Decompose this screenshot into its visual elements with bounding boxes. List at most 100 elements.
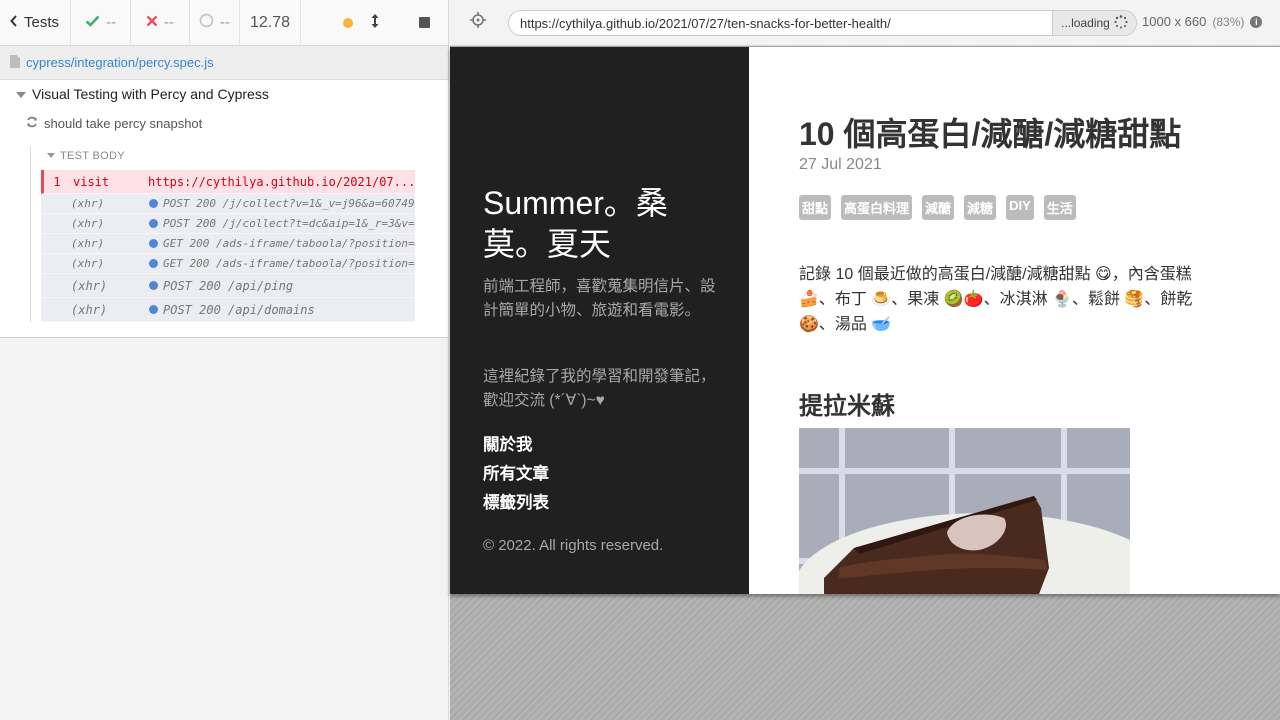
tag[interactable]: 生活 [1043, 195, 1076, 220]
post-title: 10 個高蛋白/減醣/減糖甜點 [799, 116, 1182, 152]
command-message-text: POST 200 /api/ping [163, 278, 294, 293]
nav-all-posts-link[interactable]: 所有文章 [483, 460, 549, 489]
tag-list: 甜點 高蛋白料理 減醣 減糖 DIY 生活 [799, 195, 1076, 220]
file-icon [10, 54, 20, 71]
viewport-size: 1000 x 660 [1142, 14, 1207, 29]
command-message: GET 200 /ads-iframe/taboola/?position=..… [149, 237, 415, 250]
site-description-secondary: 這裡紀錄了我的學習和開發筆記，歡迎交流 (*´∀`)~♥ [483, 368, 716, 409]
tiramisu-photo [799, 428, 1130, 594]
command-message: GET 200 /ads-iframe/taboola/?position=..… [149, 257, 415, 270]
site-description: 前端工程師，喜歡蒐集明信片、設計簡單的小物、旅遊和看電影。 [483, 278, 716, 319]
spec-file-link[interactable]: cypress/integration/percy.spec.js [0, 46, 448, 80]
blog-sidebar: Summer。桑莫。夏天 前端工程師，喜歡蒐集明信片、設計簡單的小物、旅遊和看電… [450, 47, 749, 594]
aut-header: https://cythilya.github.io/2021/07/27/te… [450, 0, 1280, 46]
duration: 12.78 [240, 0, 301, 46]
passed-stat: -- [71, 0, 131, 46]
circle-notch-icon [199, 13, 214, 32]
command-name: (xhr) [71, 237, 105, 250]
suite-title: Visual Testing with Percy and Cypress [32, 86, 269, 102]
command-name: (xhr) [71, 197, 105, 210]
test-reporter: Tests -- -- -- 12.78 cypress/integration… [0, 0, 449, 720]
x-icon [146, 14, 158, 31]
test-body-label: TEST BODY [60, 150, 125, 162]
reporter-header: Tests -- -- -- 12.78 [0, 0, 448, 46]
selector-playground-button[interactable] [450, 12, 506, 33]
xhr-status-dot-icon [149, 199, 158, 208]
command-name: (xhr) [71, 257, 105, 270]
info-icon[interactable]: i [1250, 15, 1263, 28]
command-row[interactable]: (xhr) POST 200 /j/collect?v=1&_v=j96&a=6… [41, 194, 415, 214]
xhr-status-dot-icon [149, 219, 158, 228]
nav-tags-link[interactable]: 標籤列表 [483, 489, 549, 518]
xhr-status-dot-icon [149, 259, 158, 268]
command-message-text: GET 200 /ads-iframe/taboola/?position=..… [163, 237, 415, 250]
command-row[interactable]: (xhr) POST 200 /j/collect?t=dc&aip=1&_r=… [41, 214, 415, 234]
command-row[interactable]: (xhr) GET 200 /ads-iframe/taboola/?posit… [41, 234, 415, 254]
spec-file-name: cypress/integration/percy.spec.js [26, 55, 214, 70]
test-body: TEST BODY 1 visit https://cythilya.githu… [30, 146, 415, 322]
viewport-info[interactable]: 1000 x 660 (83%) i [1142, 14, 1263, 29]
command-message: https://cythilya.github.io/2021/07... [148, 174, 415, 189]
post-date: 27 Jul 2021 [799, 156, 882, 173]
stop-icon[interactable] [419, 17, 430, 28]
test-body-header[interactable]: TEST BODY [47, 150, 125, 162]
url-text: https://cythilya.github.io/2021/07/27/te… [520, 15, 891, 31]
command-name: (xhr) [71, 217, 105, 230]
command-message-text: POST 200 /j/collect?v=1&_v=j96&a=60749..… [163, 197, 415, 210]
tests-button[interactable]: Tests [0, 0, 71, 46]
xhr-status-dot-icon [149, 281, 158, 290]
url-bar[interactable]: https://cythilya.github.io/2021/07/27/te… [508, 10, 1137, 36]
tests-label: Tests [24, 14, 60, 31]
tag[interactable]: DIY [1006, 195, 1034, 220]
failed-count: -- [164, 14, 174, 31]
command-row[interactable]: (xhr) POST 200 /api/domains [41, 298, 415, 322]
refresh-icon [26, 116, 38, 131]
command-row[interactable]: 1 visit https://cythilya.github.io/2021/… [41, 170, 415, 194]
running-indicator-icon [343, 17, 353, 28]
command-message-text: GET 200 /ads-iframe/taboola/?position=..… [163, 257, 415, 270]
loading-indicator: ...loading [1052, 11, 1136, 35]
loading-label: ...loading [1061, 16, 1110, 30]
command-message: POST 200 /j/collect?v=1&_v=j96&a=60749..… [149, 197, 415, 210]
run-controls [301, 0, 448, 46]
nav-about-link[interactable]: 關於我 [483, 431, 549, 460]
check-icon [85, 14, 100, 31]
command-message: POST 200 /api/domains [149, 303, 415, 317]
command-name: (xhr) [71, 302, 108, 317]
command-row[interactable]: (xhr) POST 200 /api/ping [41, 274, 415, 298]
pending-count: -- [220, 14, 230, 31]
aut-iframe[interactable]: Summer。桑莫。夏天 前端工程師，喜歡蒐集明信片、設計簡單的小物、旅遊和看電… [450, 47, 1280, 594]
post-intro: 記錄 10 個最近做的高蛋白/減醣/減糖甜點 😋，內含蛋糕 🍰、布丁 🍮、果凍 … [799, 266, 1193, 333]
command-log: 1 visit https://cythilya.github.io/2021/… [41, 170, 415, 322]
crosshairs-icon [470, 12, 486, 33]
section-heading: 提拉米蘇 [799, 393, 895, 420]
chevron-left-icon [10, 14, 18, 31]
suite-row[interactable]: Visual Testing with Percy and Cypress [0, 80, 448, 108]
test-row[interactable]: should take percy snapshot [0, 108, 448, 138]
tag[interactable]: 減糖 [964, 195, 997, 220]
command-row[interactable]: (xhr) GET 200 /ads-iframe/taboola/?posit… [41, 254, 415, 274]
failed-stat: -- [131, 0, 190, 46]
autoscroll-toggle-icon[interactable] [371, 13, 379, 32]
caret-down-icon [47, 150, 55, 162]
command-message-text: POST 200 /j/collect?t=dc&aip=1&_r=3&v=..… [163, 217, 415, 230]
tag[interactable]: 高蛋白料理 [841, 195, 913, 220]
test-title: should take percy snapshot [44, 115, 203, 131]
command-message: POST 200 /j/collect?t=dc&aip=1&_r=3&v=..… [149, 217, 415, 230]
passed-count: -- [106, 14, 116, 31]
spinner-icon [1114, 14, 1128, 32]
command-name: (xhr) [71, 278, 108, 293]
caret-down-icon [16, 86, 26, 102]
viewport-scale: (83%) [1212, 14, 1245, 29]
command-message: POST 200 /api/ping [149, 279, 415, 293]
command-name: visit [73, 174, 110, 189]
blog-nav: 關於我 所有文章 標籤列表 [483, 431, 549, 518]
pending-stat: -- [190, 0, 240, 46]
tag[interactable]: 減醣 [922, 195, 955, 220]
copyright: © 2022. All rights reserved. [483, 537, 664, 554]
xhr-status-dot-icon [149, 305, 158, 314]
command-number: 1 [53, 174, 61, 189]
command-message-text: POST 200 /api/domains [163, 302, 315, 317]
site-title[interactable]: Summer。桑莫。夏天 [483, 183, 703, 265]
tag[interactable]: 甜點 [799, 195, 832, 220]
